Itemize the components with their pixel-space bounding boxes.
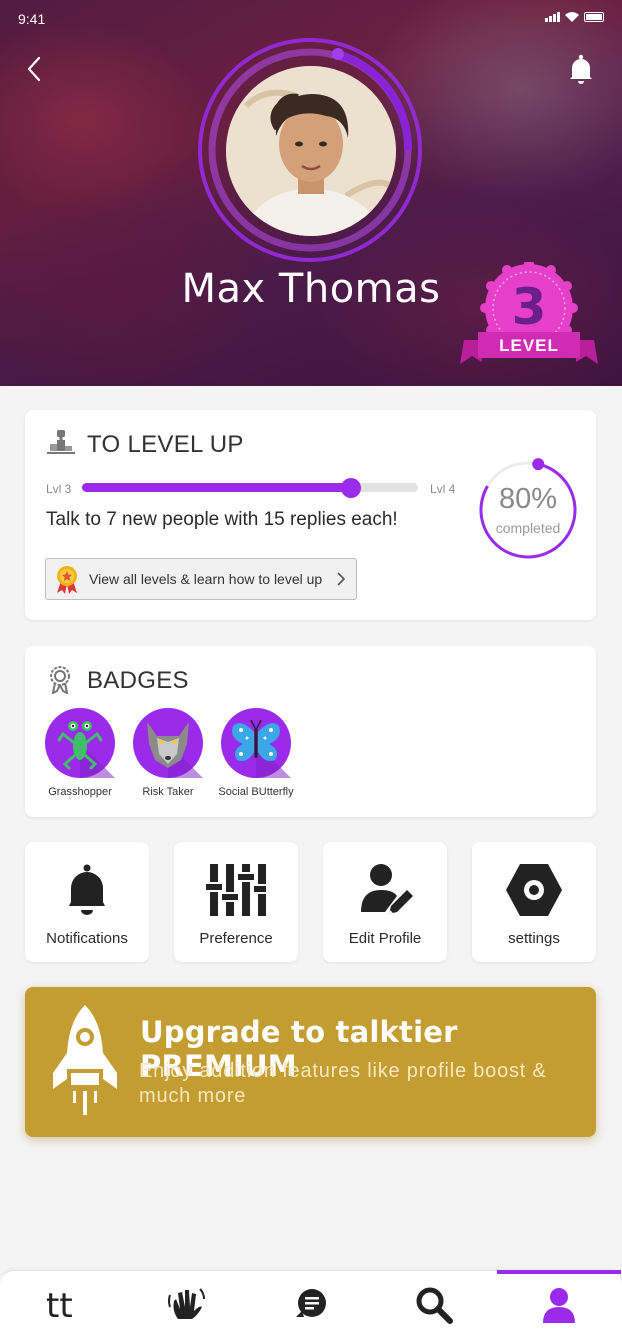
level-progress-fill [82,483,351,492]
profile-header: 9:41 Max Thomas 3 LEVEL [0,0,622,386]
signal-icon [545,12,560,22]
notifications-tile[interactable]: Notifications [25,842,149,962]
battery-icon [584,12,604,22]
badge-label: Social BUtterfly [218,786,294,798]
status-icons [545,12,604,22]
level-progress-bar [82,478,418,498]
profile-icon [543,1288,575,1323]
level-up-title: TO LEVEL UP [87,431,244,458]
notification-bell-icon[interactable] [566,52,596,86]
search-icon [416,1287,453,1324]
completion-percent: 80% [498,483,558,515]
profile-avatar [226,66,396,236]
avatar-portrait [226,66,396,236]
notifications-label: Notifications [46,930,128,947]
completion-label: completed [495,520,561,536]
current-level-label: Lvl 3 [46,482,72,496]
level-label: LEVEL [499,336,559,355]
active-tab-indicator [497,1270,621,1274]
status-time: 9:41 [18,11,46,27]
tab-search[interactable] [372,1271,496,1344]
chevron-right-icon [337,572,346,586]
award-ribbon-icon [50,666,70,694]
wave-hand-icon [168,1288,205,1319]
back-chevron-icon[interactable] [20,52,50,86]
rocket-icon [53,1005,117,1115]
badge-social-butterfly[interactable]: Social BUtterfly [211,708,301,798]
level-number: 3 [511,278,547,336]
tab-wave[interactable] [124,1271,248,1344]
badge-label: Grasshopper [48,786,112,798]
wifi-icon [565,12,579,22]
svg-text:tt: tt [46,1286,73,1325]
edit-profile-tile[interactable]: Edit Profile [323,842,447,962]
grasshopper-icon [45,708,115,778]
badge-label: Risk Taker [142,786,194,798]
premium-upgrade-banner[interactable]: Upgrade to talktier PREMIUM Enjoy additi… [25,987,596,1137]
view-levels-button[interactable]: View all levels & learn how to level up [45,558,357,600]
medal-icon [57,566,77,594]
settings-tile[interactable]: settings [472,842,596,962]
butterfly-icon [221,708,291,778]
badge-risk-taker[interactable]: Risk Taker [123,708,213,798]
tab-chat[interactable] [248,1271,372,1344]
podium-trophy-icon [47,430,75,454]
view-levels-label: View all levels & learn how to level up [89,571,323,587]
next-level-label: Lvl 4 [430,482,456,496]
premium-subtitle: Enjoy addition features like profile boo… [139,1060,547,1107]
tab-profile[interactable] [497,1270,621,1344]
level-progress-knob [340,478,361,498]
status-bar: 9:41 [0,0,622,36]
edit-profile-label: Edit Profile [348,930,422,947]
bell-icon [69,864,105,915]
badge-grasshopper[interactable]: Grasshopper [35,708,125,798]
sliders-icon [206,864,266,916]
home-logo-icon: tt [46,1286,73,1325]
chat-icon [296,1289,326,1317]
level-up-card: TO LEVEL UP Lvl 3 Lvl 4 Talk to 7 new pe… [25,410,596,620]
bottom-tab-bar: tt [0,1270,622,1344]
level-up-task: Talk to 7 new people with 15 replies eac… [46,509,398,530]
wolf-icon [133,708,203,778]
preference-label: Preference [199,930,273,947]
preference-tile[interactable]: Preference [174,842,298,962]
settings-label: settings [508,930,560,947]
tab-home[interactable]: tt [0,1271,124,1344]
hex-settings-icon [506,864,562,916]
edit-profile-icon [361,864,413,914]
badges-title: BADGES [87,667,189,694]
badges-card: BADGES Grasshopper Risk Taker Social BUt… [25,646,596,817]
